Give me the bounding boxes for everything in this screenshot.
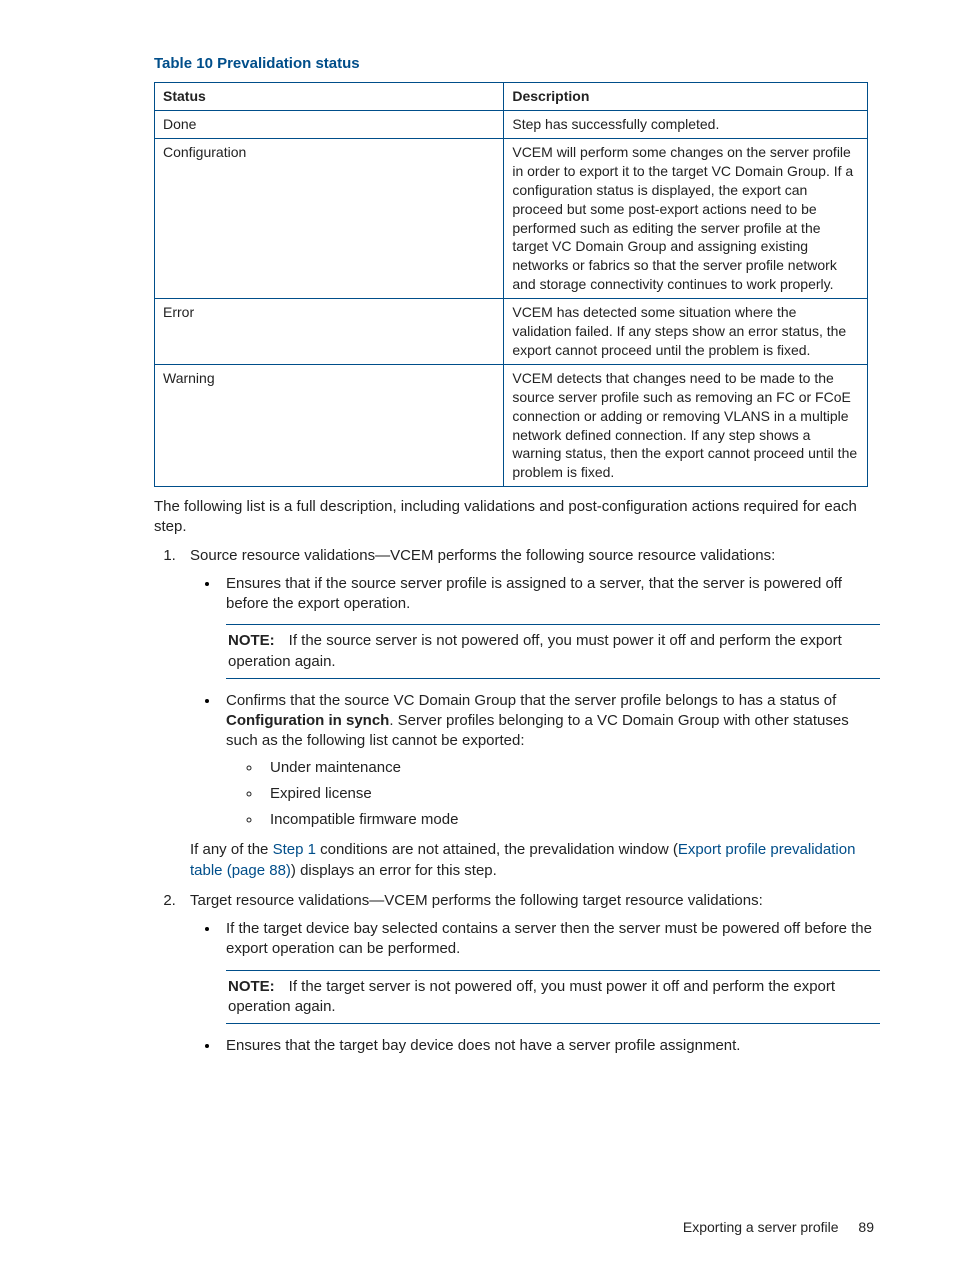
bullet-text: Ensures that if the source server profil…	[226, 575, 842, 612]
table-title: Table 10 Prevalidation status	[154, 54, 874, 74]
validation-list: Source resource validations—VCEM perform…	[154, 546, 880, 831]
cell-description: VCEM will perform some changes on the se…	[504, 139, 868, 299]
target-bullet-1: If the target device bay selected contai…	[220, 919, 880, 1024]
exclusion-item: Under maintenance	[262, 758, 880, 778]
cond-post: ) displays an error for this step.	[291, 862, 497, 879]
target-bullets: If the target device bay selected contai…	[200, 919, 880, 1056]
validation-list-2: Target resource validations—VCEM perform…	[154, 891, 880, 1057]
table-row: Done Step has successfully completed.	[155, 111, 868, 139]
prevalidation-table: Status Description Done Step has success…	[154, 82, 868, 487]
table-row: Warning VCEM detects that changes need t…	[155, 364, 868, 486]
page-footer: Exporting a server profile 89	[683, 1218, 874, 1237]
target-bullet-2: Ensures that the target bay device does …	[220, 1036, 880, 1056]
cond-mid: conditions are not attained, the prevali…	[316, 841, 678, 858]
cell-description: VCEM has detected some situation where t…	[504, 299, 868, 365]
cell-status: Done	[155, 111, 504, 139]
cond-pre: If any of the	[190, 841, 273, 858]
cell-status: Configuration	[155, 139, 504, 299]
source-bullet-2: Confirms that the source VC Domain Group…	[220, 691, 880, 831]
footer-section: Exporting a server profile	[683, 1219, 839, 1235]
bullet-text-pre: Confirms that the source VC Domain Group…	[226, 692, 836, 709]
bullet-text: Ensures that the target bay device does …	[226, 1037, 740, 1054]
cell-description: Step has successfully completed.	[504, 111, 868, 139]
note-block: NOTE:If the target server is not powered…	[226, 970, 880, 1025]
status-exclusion-list: Under maintenance Expired license Incomp…	[240, 758, 880, 831]
item2-lead: Target resource validations—VCEM perform…	[190, 892, 763, 909]
note-block: NOTE:If the source server is not powered…	[226, 624, 880, 679]
condition-paragraph: If any of the Step 1 conditions are not …	[190, 840, 870, 881]
bullet-text-bold: Configuration in synch	[226, 712, 389, 729]
step1-link[interactable]: Step 1	[273, 841, 316, 858]
item1-lead: Source resource validations—VCEM perform…	[190, 547, 775, 564]
note-label: NOTE:	[228, 632, 275, 649]
exclusion-item: Incompatible firmware mode	[262, 810, 880, 830]
cell-description: VCEM detects that changes need to be mad…	[504, 364, 868, 486]
th-status: Status	[155, 83, 504, 111]
table-row: Error VCEM has detected some situation w…	[155, 299, 868, 365]
list-item-target: Target resource validations—VCEM perform…	[180, 891, 880, 1057]
source-bullet-1: Ensures that if the source server profil…	[220, 574, 880, 679]
page-number: 89	[858, 1219, 874, 1235]
cell-status: Warning	[155, 364, 504, 486]
source-bullets: Ensures that if the source server profil…	[200, 574, 880, 831]
cell-status: Error	[155, 299, 504, 365]
bullet-text: If the target device bay selected contai…	[226, 920, 872, 957]
note-text: If the target server is not powered off,…	[228, 978, 835, 1015]
exclusion-item: Expired license	[262, 784, 880, 804]
note-text: If the source server is not powered off,…	[228, 632, 842, 669]
note-label: NOTE:	[228, 978, 275, 995]
list-item-source: Source resource validations—VCEM perform…	[180, 546, 880, 831]
table-row: Configuration VCEM will perform some cha…	[155, 139, 868, 299]
intro-paragraph: The following list is a full description…	[154, 497, 868, 538]
th-description: Description	[504, 83, 868, 111]
page-container: Table 10 Prevalidation status Status Des…	[0, 0, 954, 1271]
